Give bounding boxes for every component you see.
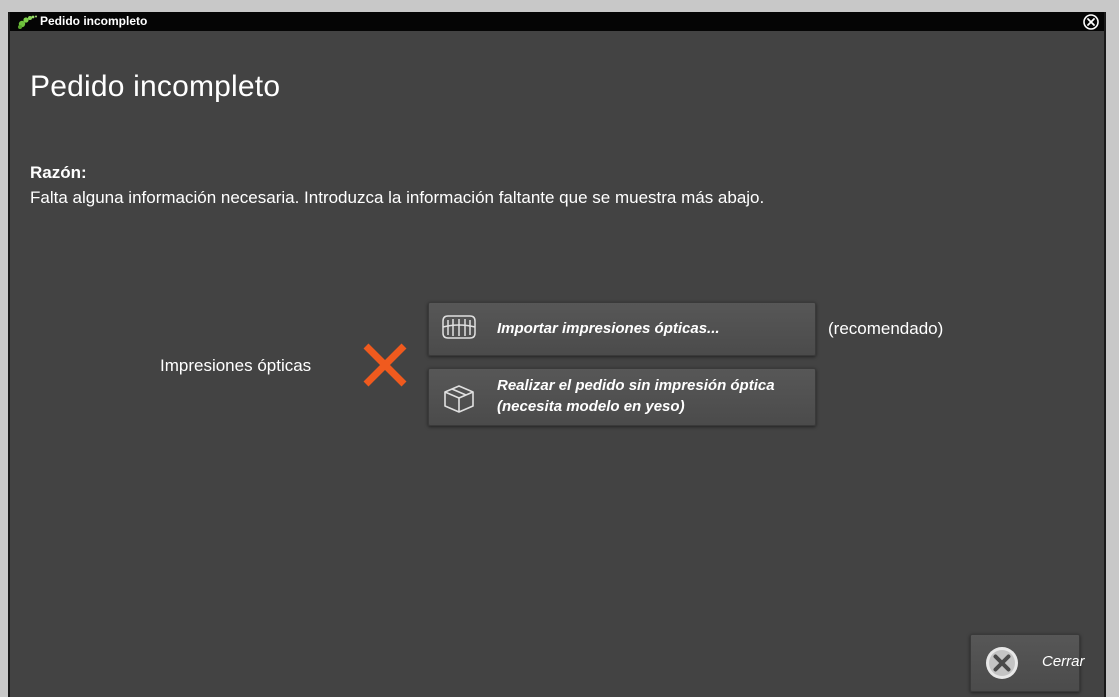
dialog-window: Pedido incompleto Pedido incompleto Razó…: [8, 12, 1106, 697]
close-button-label: Cerrar: [1042, 653, 1085, 670]
close-circle-icon[interactable]: [1082, 13, 1100, 31]
optical-impressions-icon: [442, 315, 476, 339]
order-without-impression-button[interactable]: Realizar el pedido sin impresión óptica …: [428, 368, 816, 426]
import-optical-impressions-label: Importar impresiones ópticas...: [497, 320, 720, 337]
red-x-icon: [363, 343, 407, 387]
app-logo-icon: [18, 15, 37, 29]
page-title: Pedido incompleto: [30, 70, 281, 103]
reason-label: Razón:: [30, 163, 87, 182]
reason-text: Falta alguna información necesaria. Intr…: [30, 188, 765, 207]
title-bar: Pedido incompleto: [10, 12, 1104, 31]
recommended-note: (recomendado): [828, 319, 944, 338]
box-icon: [444, 385, 474, 413]
order-without-impression-label: Realizar el pedido sin impresión óptica …: [497, 377, 775, 415]
window-title: Pedido incompleto: [40, 14, 148, 28]
cancel-icon: [986, 647, 1018, 679]
import-optical-impressions-button[interactable]: Importar impresiones ópticas...: [428, 302, 816, 356]
requirement-label: Impresiones ópticas: [160, 356, 312, 375]
close-button[interactable]: Cerrar: [970, 634, 1085, 692]
